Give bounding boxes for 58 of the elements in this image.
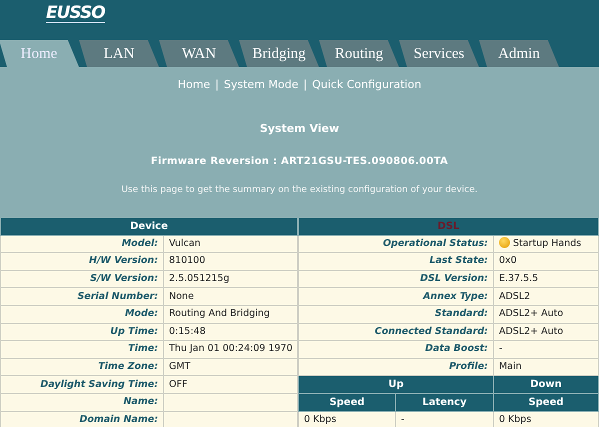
field-value: None: [164, 288, 298, 306]
separator: |: [302, 77, 308, 93]
nav-link[interactable]: System Mode: [224, 77, 298, 94]
field-value: 810100: [164, 252, 298, 270]
field-value: ADSL2+ Auto: [493, 305, 598, 324]
field-value: E.37.5.5: [493, 270, 598, 288]
table-header: Up: [298, 376, 494, 394]
field-label: Domain Name:: [0, 411, 164, 427]
field-label: Connected Standard:: [298, 323, 494, 341]
field-label: Up Time:: [0, 323, 164, 341]
firmware-version: Firmware Reversion : ART21GSU-TES.090806.00TA: [150, 155, 448, 169]
field-label: DSL Version:: [298, 270, 494, 288]
field-label: Annex Type:: [298, 288, 494, 306]
field-label: Model:: [0, 235, 164, 253]
field-value: Vulcan: [164, 235, 298, 253]
field-label: H/W Version:: [0, 252, 164, 270]
column-header: Latency: [395, 393, 494, 412]
field-value: Thu Jan 01 00:24:09 1970: [164, 340, 298, 358]
field-value: Routing And Bridging: [164, 305, 298, 324]
nav-link[interactable]: Home: [178, 77, 210, 94]
field-value: OFF: [164, 376, 298, 394]
nav-tab[interactable]: Services: [399, 40, 479, 67]
field-value: 2.5.051215g: [164, 270, 298, 288]
field-label: Standard:: [298, 305, 494, 324]
column-header: Speed: [493, 393, 598, 412]
table-cell: 0 Kbps: [298, 411, 396, 427]
logo: EUSSO: [46, 0, 105, 23]
table-header: DSL: [298, 218, 598, 236]
column-header: Speed: [298, 393, 396, 412]
field-label: Daylight Saving Time:: [0, 376, 164, 394]
field-label: Last State:: [298, 252, 494, 270]
field-label: Mode:: [0, 305, 164, 324]
field-label: Serial Number:: [0, 288, 164, 306]
field-value: 0:15:48: [164, 323, 298, 341]
page-description: Use this page to get the summary on the existing configuration of your device.: [121, 184, 478, 197]
nav-tab[interactable]: Bridging: [239, 40, 319, 67]
nav-tab[interactable]: WAN: [159, 40, 239, 67]
nav-tab[interactable]: Admin: [479, 40, 559, 67]
field-label: Time:: [0, 340, 164, 358]
field-value: Startup Hands: [512, 238, 582, 249]
field-label: Operational Status:: [298, 235, 494, 253]
field-label: S/W Version:: [0, 270, 164, 288]
separator: |: [214, 77, 220, 93]
nav-link[interactable]: Quick Configuration: [312, 77, 422, 94]
field-value: ADSL2+ Auto: [493, 323, 598, 341]
nav-tab[interactable]: LAN: [79, 40, 159, 67]
nav-tab[interactable]: Routing: [319, 40, 399, 67]
field-value: 0x0: [493, 252, 598, 270]
field-value: -: [493, 340, 598, 358]
field-value: ADSL2: [493, 288, 598, 306]
table-header: Device: [0, 218, 298, 236]
field-label: Data Boost:: [298, 340, 494, 358]
status-icon: [498, 236, 510, 248]
field-label: Time Zone:: [0, 358, 164, 376]
page-title: System View: [260, 120, 340, 136]
field-value: GMT: [164, 358, 298, 376]
field-label: Name:: [0, 393, 164, 412]
table-header: Down: [493, 376, 598, 394]
